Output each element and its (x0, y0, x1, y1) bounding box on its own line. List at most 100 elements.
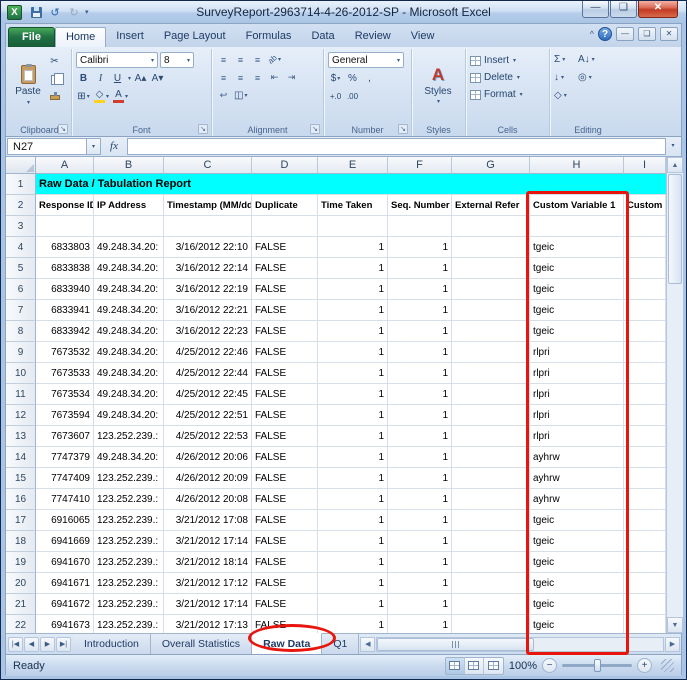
cell-C21[interactable]: 3/21/2012 17:14 (164, 594, 252, 615)
maximize-button[interactable]: ❏ (610, 1, 637, 18)
row-header-6[interactable]: 6 (6, 279, 36, 300)
cell-D17[interactable]: FALSE (252, 510, 318, 531)
cell-C16[interactable]: 4/26/2012 20:08 (164, 489, 252, 510)
align-center-button[interactable]: ≡ (233, 70, 248, 85)
scroll-up-button[interactable]: ▲ (667, 157, 683, 173)
find-select-button[interactable]: ◎▾ (578, 70, 600, 85)
cell-A18[interactable]: 6941669 (36, 531, 94, 552)
horizontal-scrollbar[interactable]: ◀ ▶ (359, 634, 681, 654)
cell-C9[interactable]: 4/25/2012 22:46 (164, 342, 252, 363)
cell-I6[interactable] (624, 279, 666, 300)
cell-B4[interactable]: 49.248.34.20: (94, 237, 164, 258)
cell-E16[interactable]: 1 (318, 489, 388, 510)
cell-B6[interactable]: 49.248.34.20: (94, 279, 164, 300)
cell-C10[interactable]: 4/25/2012 22:44 (164, 363, 252, 384)
name-box[interactable]: N27 (7, 138, 87, 155)
align-left-button[interactable]: ≡ (216, 70, 231, 85)
workbook-restore-button[interactable]: ❏ (638, 27, 656, 41)
comma-style-button[interactable]: , (362, 71, 377, 86)
cell-D5[interactable]: FALSE (252, 258, 318, 279)
cell-F8[interactable]: 1 (388, 321, 452, 342)
qat-customize-dropdown[interactable]: ▾ (85, 8, 89, 16)
row-header-18[interactable]: 18 (6, 531, 36, 552)
column-header-G[interactable]: G (452, 157, 530, 174)
cell-G8[interactable] (452, 321, 530, 342)
next-sheet-button[interactable]: ▶ (40, 637, 55, 652)
row-header-11[interactable]: 11 (6, 384, 36, 405)
cell-E7[interactable]: 1 (318, 300, 388, 321)
cell-C6[interactable]: 3/16/2012 22:19 (164, 279, 252, 300)
cell-C14[interactable]: 4/26/2012 20:06 (164, 447, 252, 468)
cell-B19[interactable]: 123.252.239.: (94, 552, 164, 573)
cell-G13[interactable] (452, 426, 530, 447)
ribbon-tab-formulas[interactable]: Formulas (236, 27, 302, 47)
scroll-left-button[interactable]: ◀ (360, 637, 375, 652)
cell-I11[interactable] (624, 384, 666, 405)
first-sheet-button[interactable]: |◀ (8, 637, 23, 652)
column-header-D[interactable]: D (252, 157, 318, 174)
redo-button[interactable]: ↻ (66, 4, 82, 20)
resize-grip-icon[interactable] (661, 659, 674, 672)
cell-C2[interactable]: Timestamp (MM/dd (164, 195, 252, 216)
last-sheet-button[interactable]: ▶| (56, 637, 71, 652)
cell-B9[interactable]: 49.248.34.20: (94, 342, 164, 363)
undo-button[interactable]: ↺ (47, 4, 63, 20)
cell-G22[interactable] (452, 615, 530, 633)
cell-E8[interactable]: 1 (318, 321, 388, 342)
cell-I2[interactable]: Custom V (624, 195, 666, 216)
cell-F14[interactable]: 1 (388, 447, 452, 468)
cell-F4[interactable]: 1 (388, 237, 452, 258)
paste-button[interactable]: Paste ▾ (12, 52, 44, 118)
cell-D3[interactable] (252, 216, 318, 237)
cell-B11[interactable]: 49.248.34.20: (94, 384, 164, 405)
cell-D8[interactable]: FALSE (252, 321, 318, 342)
cell-I9[interactable] (624, 342, 666, 363)
column-header-A[interactable]: A (36, 157, 94, 174)
cell-F12[interactable]: 1 (388, 405, 452, 426)
cell-I10[interactable] (624, 363, 666, 384)
orientation-button[interactable]: ab▾ (267, 52, 282, 67)
cell-B7[interactable]: 49.248.34.20: (94, 300, 164, 321)
cell-B3[interactable] (94, 216, 164, 237)
cell-B10[interactable]: 49.248.34.20: (94, 363, 164, 384)
vertical-scroll-thumb[interactable] (668, 174, 682, 284)
cell-G21[interactable] (452, 594, 530, 615)
cell-F10[interactable]: 1 (388, 363, 452, 384)
row-header-13[interactable]: 13 (6, 426, 36, 447)
row-header-22[interactable]: 22 (6, 615, 36, 633)
cell-E13[interactable]: 1 (318, 426, 388, 447)
cell-D15[interactable]: FALSE (252, 468, 318, 489)
cell-C7[interactable]: 3/16/2012 22:21 (164, 300, 252, 321)
cell-A9[interactable]: 7673532 (36, 342, 94, 363)
cell-D2[interactable]: Duplicate (252, 195, 318, 216)
cell-A20[interactable]: 6941671 (36, 573, 94, 594)
cell-B12[interactable]: 49.248.34.20: (94, 405, 164, 426)
cell-C8[interactable]: 3/16/2012 22:23 (164, 321, 252, 342)
column-header-E[interactable]: E (318, 157, 388, 174)
cell-A13[interactable]: 7673607 (36, 426, 94, 447)
borders-button[interactable]: ⊞▾ (76, 89, 91, 104)
cell-D16[interactable]: FALSE (252, 489, 318, 510)
alignment-dialog-launcher[interactable]: ↘ (310, 124, 320, 134)
cell-E10[interactable]: 1 (318, 363, 388, 384)
cell-F20[interactable]: 1 (388, 573, 452, 594)
cell-A21[interactable]: 6941672 (36, 594, 94, 615)
font-name-combo[interactable]: Calibri▾ (76, 52, 158, 68)
cell-G3[interactable] (452, 216, 530, 237)
cell-A10[interactable]: 7673533 (36, 363, 94, 384)
cell-B20[interactable]: 123.252.239.: (94, 573, 164, 594)
row-header-9[interactable]: 9 (6, 342, 36, 363)
cell-G18[interactable] (452, 531, 530, 552)
cell-G10[interactable] (452, 363, 530, 384)
cell-F16[interactable]: 1 (388, 489, 452, 510)
row-header-19[interactable]: 19 (6, 552, 36, 573)
cell-C11[interactable]: 4/25/2012 22:45 (164, 384, 252, 405)
cell-E12[interactable]: 1 (318, 405, 388, 426)
cut-button[interactable]: ✂ (47, 54, 62, 69)
cell-A11[interactable]: 7673534 (36, 384, 94, 405)
cell-A16[interactable]: 7747410 (36, 489, 94, 510)
cell-F13[interactable]: 1 (388, 426, 452, 447)
cell-G14[interactable] (452, 447, 530, 468)
cell-C12[interactable]: 4/25/2012 22:51 (164, 405, 252, 426)
cell-I20[interactable] (624, 573, 666, 594)
